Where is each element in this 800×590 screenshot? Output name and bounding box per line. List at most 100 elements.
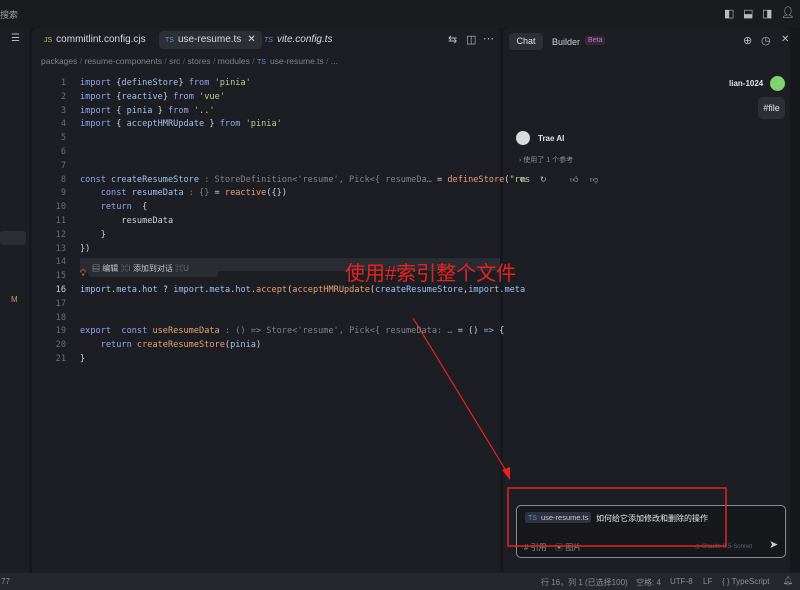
code-token: } — [80, 230, 106, 240]
code-line: const createResumeStore : StoreDefinitio… — [80, 175, 530, 185]
line-number: 17 — [52, 299, 66, 309]
code-token: from — [173, 92, 199, 102]
code-token: accept — [256, 285, 287, 295]
code-token: } — [204, 119, 220, 129]
code-token: { — [499, 326, 504, 336]
code-token: meta — [209, 285, 230, 295]
code-token — [80, 340, 101, 350]
line-number: 10 — [52, 202, 66, 212]
code-token: } — [178, 78, 188, 88]
code-token: 'pinia' — [215, 78, 251, 88]
code-line: import.meta.hot ? import.meta.hot.accept… — [80, 285, 525, 295]
code-token: acceptHMRUpdate — [127, 119, 205, 129]
code-token: const — [80, 175, 111, 185]
code-token: : () => Store<'resume', Pick<{ resumeDat… — [220, 326, 458, 336]
line-number: 19 — [52, 326, 66, 336]
code-line: }) — [80, 244, 90, 254]
code-line: } — [80, 354, 85, 364]
code-token: pinia — [230, 340, 256, 350]
code-token: hot — [235, 285, 251, 295]
code-line: export const useResumeData : () => Store… — [80, 326, 504, 336]
code-token: : {} — [184, 188, 215, 198]
line-number: 21 — [52, 354, 66, 364]
line-number: 11 — [52, 216, 66, 226]
code-token: 'pinia' — [246, 119, 282, 129]
line-number: 8 — [52, 175, 66, 185]
code-token: from — [189, 78, 215, 88]
arrow-head — [502, 467, 510, 480]
code-area[interactable]: 1import {defineStore} from 'pinia'2impor… — [32, 78, 500, 378]
code-token: import — [80, 78, 116, 88]
code-token: createResumeStore — [137, 340, 225, 350]
code-line: return createResumeStore(pinia) — [80, 340, 261, 350]
code-token: import — [80, 119, 116, 129]
code-token: }) — [80, 244, 90, 254]
code-token: ? — [158, 285, 174, 295]
code-token: = () — [458, 326, 484, 336]
code-line: const resumeData : {} = reactive({}) — [80, 188, 287, 198]
code-token: const — [121, 326, 152, 336]
code-token: pinia — [127, 106, 153, 116]
code-token: useResumeData — [152, 326, 219, 336]
line-number: 4 — [52, 119, 66, 129]
code-token: import — [80, 92, 116, 102]
line-number: 16 — [52, 285, 66, 295]
code-token: return — [101, 202, 137, 212]
line-number: 14 — [52, 257, 66, 267]
line-number: 12 — [52, 230, 66, 240]
code-token: => — [484, 326, 500, 336]
code-token: resumeData — [80, 216, 173, 226]
code-token — [80, 202, 101, 212]
code-line: import {reactive} from 'vue' — [80, 92, 225, 102]
code-token: } — [163, 92, 173, 102]
code-token: defineStore — [121, 78, 178, 88]
code-token: import — [468, 285, 499, 295]
code-token: = — [215, 188, 225, 198]
code-line: import { pinia } from '..' — [80, 106, 215, 116]
line-number: 6 — [52, 147, 66, 157]
code-token: import — [80, 285, 111, 295]
line-number: 13 — [52, 244, 66, 254]
code-token: ({}) — [266, 188, 287, 198]
code-token: createResumeStore — [111, 175, 199, 185]
code-token: { — [137, 202, 147, 212]
annotation-box — [508, 488, 726, 546]
line-number: 3 — [52, 106, 66, 116]
code-token: "res — [509, 175, 530, 185]
code-line: import {defineStore} from 'pinia' — [80, 78, 251, 88]
line-number: 5 — [52, 133, 66, 143]
code-token: acceptHMRUpdate — [292, 285, 370, 295]
code-line: resumeData — [80, 216, 173, 226]
code-token: import — [80, 106, 116, 116]
code-token: ) — [256, 340, 261, 350]
code-token: reactive — [225, 188, 266, 198]
code-token: from — [168, 106, 194, 116]
code-token: hot — [142, 285, 158, 295]
code-token: : StoreDefinition<'resume', Pick<{ resum… — [199, 175, 437, 185]
code-token: '..' — [194, 106, 215, 116]
line-number: 1 — [52, 78, 66, 88]
line-number: 20 — [52, 340, 66, 350]
code-token: return — [101, 340, 137, 350]
line-number: 18 — [52, 313, 66, 323]
code-token: 'vue' — [199, 92, 225, 102]
code-token: meta — [116, 285, 137, 295]
code-token: import — [173, 285, 204, 295]
code-token: meta — [504, 285, 525, 295]
code-line: } — [80, 230, 106, 240]
code-token: const — [101, 188, 132, 198]
code-token: createResumeStore — [375, 285, 463, 295]
code-token: { — [116, 119, 126, 129]
code-token: reactive — [121, 92, 162, 102]
code-token: resumeData — [132, 188, 184, 198]
code-token: defineStore — [447, 175, 504, 185]
line-number: 15 — [52, 271, 66, 281]
code-token: } — [80, 354, 85, 364]
code-token: = — [437, 175, 447, 185]
line-number: 7 — [52, 161, 66, 171]
code-line: import { acceptHMRUpdate } from 'pinia' — [80, 119, 282, 129]
code-token: } — [152, 106, 168, 116]
code-token: { — [116, 106, 126, 116]
code-token — [80, 188, 101, 198]
code-line: return { — [80, 202, 147, 212]
